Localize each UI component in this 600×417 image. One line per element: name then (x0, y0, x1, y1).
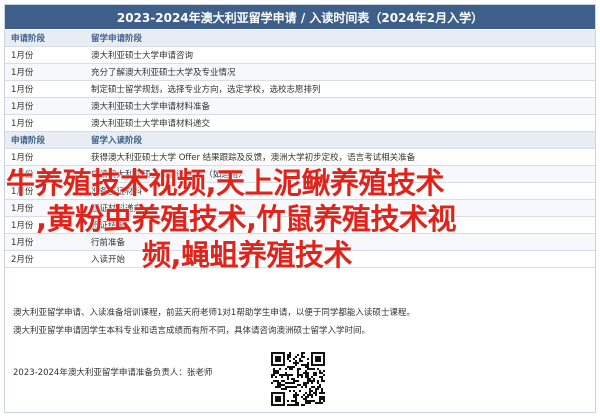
content-cell: 澳大利亚硕士大学申请材料准备 (91, 102, 211, 112)
table-row: 1月份 制定硕士留学规划，选择专业方向，选定学校，选校志愿排列 (5, 81, 595, 98)
table-row: 1月份 澳大利亚硕士大学申请咨询 (5, 47, 595, 64)
time-cell: 申请阶段 (11, 136, 46, 146)
content-cell: 准备签证材料 (91, 187, 143, 197)
time-cell: 1月份 (11, 170, 34, 180)
time-cell: 申请阶段 (11, 34, 46, 44)
footer-line-1: 澳大利亚留学申请、入读准备培训课程，前蓝天府老师1对1帮助学生申请，以便于同学都… (13, 308, 415, 318)
schedule-document: 2023-2024年澳大利亚留学申请 / 入读时间表（2024年2月入学） 申请… (4, 4, 596, 413)
content-cell: 行前准备 (91, 238, 126, 248)
footer-line-2: 澳大利亚留学申请因学生本科专业和语言成绩而有所不同，具体请咨询澳洲硕士留学入学时… (13, 326, 371, 336)
time-cell: 1月份 (11, 187, 34, 197)
time-cell: 1月份 (11, 221, 34, 231)
content-cell: 制定硕士留学规划，选择专业方向，选定学校，选校志愿排列 (91, 85, 321, 95)
table-row: 1月份 申请澳大利亚硕士大学语言班 （如适用） (5, 166, 595, 183)
time-cell: 2月份 (11, 255, 34, 265)
content-cell: 入读开始 (91, 255, 126, 265)
table-row: 1月份 准备签证材料 (5, 183, 595, 200)
content-cell: 澳大利亚硕士大学申请材料递交 (91, 119, 211, 129)
content-cell: 申请澳大利亚硕士大学语言班 （如适用） (91, 170, 247, 180)
qr-code-icon (269, 350, 327, 408)
table-row: 1月份 澳大利亚硕士大学申请材料准备 (5, 98, 595, 115)
table-row: 2月份 入读开始 (5, 251, 595, 268)
footer-line-3: 2023-2024年澳大利亚留学申请准备负责人：张老师 (13, 368, 213, 378)
content-cell: 充分了解澳大利亚硕士大学及专业情况 (91, 68, 236, 78)
content-cell: 签证材料递交 (91, 204, 143, 214)
content-cell: 留学申请阶段 (91, 34, 143, 44)
time-cell: 1月份 (11, 102, 34, 112)
table-row: 1月份 签证材料递交 (5, 200, 595, 217)
time-cell: 1月份 (11, 204, 34, 214)
time-cell: 1月份 (11, 51, 34, 61)
table-row: 1月份 签证结果 (5, 217, 595, 234)
schedule-table: 申请阶段 留学申请阶段 1月份 澳大利亚硕士大学申请咨询 1月份 充分了解澳大利亚硕士大学… (5, 30, 595, 268)
table-row: 1月份 充分了解澳大利亚硕士大学及专业情况 (5, 64, 595, 81)
time-cell: 1月份 (11, 238, 34, 248)
section-row: 申请阶段 留学入读阶段 (5, 132, 595, 149)
content-cell: 澳大利亚硕士大学申请咨询 (91, 51, 194, 61)
section-row: 申请阶段 留学申请阶段 (5, 30, 595, 47)
table-row: 1月份 获得澳大利亚硕士大学 Offer 结果跟踪及反馈，澳洲大学初步定校，语言考… (5, 149, 595, 166)
content-cell: 签证结果 (91, 221, 126, 231)
content-cell: 留学入读阶段 (91, 136, 143, 146)
time-cell: 1月份 (11, 119, 34, 129)
document-title: 2023-2024年澳大利亚留学申请 / 入读时间表（2024年2月入学） (5, 5, 595, 29)
table-row: 1月份 澳大利亚硕士大学申请材料递交 (5, 115, 595, 132)
content-cell: 获得澳大利亚硕士大学 Offer 结果跟踪及反馈，澳洲大学初步定校，语言考试相关… (91, 153, 416, 163)
time-cell: 1月份 (11, 153, 34, 163)
time-cell: 1月份 (11, 68, 34, 78)
time-cell: 1月份 (11, 85, 34, 95)
table-row: 1月份 行前准备 (5, 234, 595, 251)
